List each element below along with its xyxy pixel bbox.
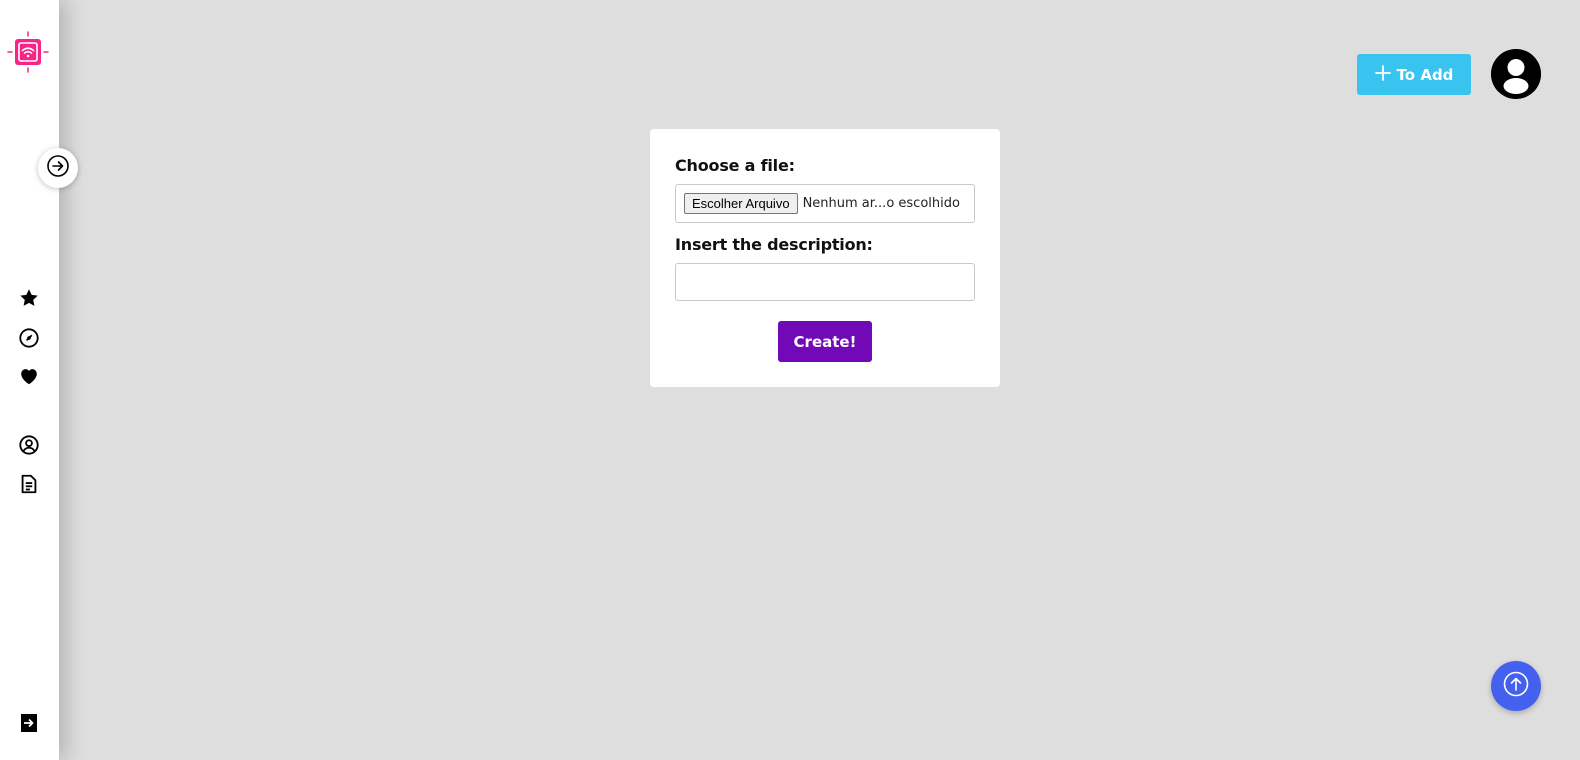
- create-button[interactable]: Create!: [778, 321, 872, 362]
- document-icon[interactable]: [17, 472, 41, 496]
- sidebar: [0, 0, 59, 760]
- app-root: To Add Choose a file: Escolher Arquivo N…: [0, 0, 1580, 760]
- wifi-chip-icon[interactable]: [6, 30, 50, 74]
- star-icon[interactable]: [17, 286, 41, 310]
- sidebar-expand-button[interactable]: [38, 148, 78, 188]
- scroll-top-button[interactable]: [1491, 661, 1541, 711]
- arrow-up-circle-icon: [1502, 670, 1530, 702]
- file-label: Choose a file:: [675, 156, 795, 175]
- arrow-right-circle-icon: [46, 154, 70, 182]
- description-input[interactable]: [675, 263, 975, 301]
- compass-icon[interactable]: [17, 326, 41, 350]
- user-avatar-icon[interactable]: [1491, 49, 1541, 99]
- heart-icon[interactable]: [17, 364, 41, 388]
- choose-file-button[interactable]: Escolher Arquivo: [684, 193, 798, 214]
- file-status-text: Nenhum ar...o escolhido: [802, 196, 960, 211]
- upload-card: Choose a file: Escolher Arquivo Nenhum a…: [650, 129, 1000, 387]
- add-button-label: To Add: [1396, 65, 1454, 84]
- description-label: Insert the description:: [675, 235, 873, 254]
- file-input[interactable]: Escolher Arquivo Nenhum ar...o escolhido: [675, 184, 975, 223]
- plus-icon: [1374, 64, 1391, 85]
- logout-icon[interactable]: [17, 711, 41, 735]
- add-button[interactable]: To Add: [1357, 54, 1471, 95]
- user-circle-icon[interactable]: [17, 433, 41, 457]
